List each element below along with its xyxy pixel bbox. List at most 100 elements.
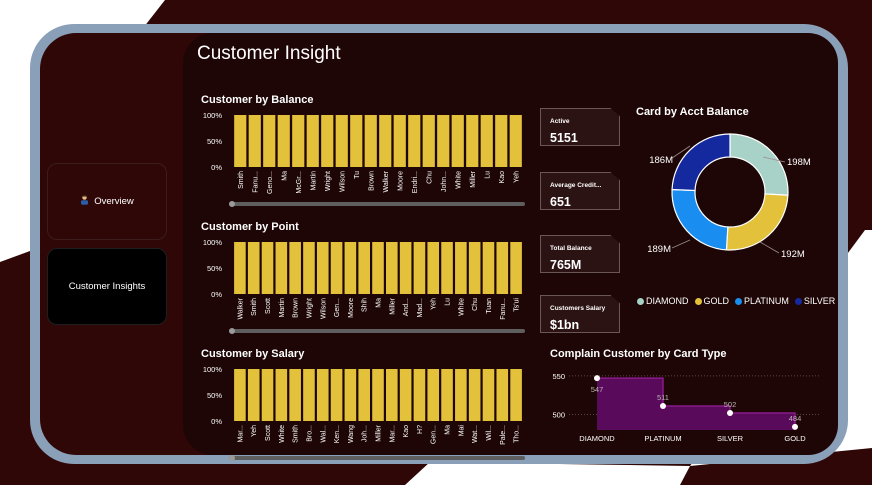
page-title: Customer Insight (197, 43, 341, 64)
y-tick-label: 50% (207, 137, 222, 146)
x-tick-label: Ma (281, 171, 288, 181)
bar (455, 369, 467, 421)
legend-swatch (637, 297, 644, 305)
bar (261, 369, 274, 421)
bar (427, 369, 440, 421)
bar (275, 369, 288, 421)
scrollbar-handle[interactable] (229, 328, 235, 334)
bar (441, 369, 453, 421)
x-tick-label: Tuan (486, 298, 493, 314)
y-tick-label: 0% (211, 290, 222, 299)
legend-item: DIAMOND (637, 296, 689, 306)
bar (316, 369, 329, 421)
x-tick-label: Brown (293, 298, 300, 318)
slice-label: 192M (781, 249, 805, 260)
x-tick-label: Martin (279, 298, 286, 318)
nav-overview-button[interactable]: Overview (47, 163, 167, 240)
x-tick-label: Mar... (237, 425, 244, 443)
nav-customer-insights-button[interactable]: Customer Insights (47, 248, 167, 325)
x-tick-label: Wilson (320, 298, 327, 319)
x-tick-label: Gen... (431, 425, 438, 444)
x-tick-label: Chu (472, 298, 479, 311)
bar (509, 115, 522, 167)
x-tick-label: Moore (348, 298, 355, 318)
kpi-card-customers-salary: Customers Salary $1bn (540, 295, 620, 333)
bar (321, 115, 334, 167)
bar (413, 369, 426, 421)
kpi-card-active: Active 5151 (540, 108, 620, 146)
bar (496, 242, 509, 294)
x-tick-label: Wat... (472, 425, 479, 443)
x-tick-label: Ken... (334, 425, 341, 443)
bar (455, 242, 467, 294)
legend-swatch (794, 297, 802, 305)
data-label: 484 (789, 414, 802, 423)
horizontal-scrollbar[interactable] (229, 202, 525, 206)
bar (399, 242, 412, 294)
x-tick-label: Moore (397, 171, 404, 191)
x-tick-label: GOLD (784, 434, 806, 443)
data-point (792, 423, 798, 430)
data-point (594, 375, 600, 382)
bar (350, 115, 363, 167)
bar (330, 369, 343, 421)
kpi-card-total-balance: Total Balance 765M (540, 235, 620, 273)
horizontal-scrollbar[interactable] (229, 456, 525, 460)
card-balance-donut-chart: 198M 192M 189M 186M (647, 133, 811, 260)
x-tick-label: Shih (362, 298, 369, 312)
x-tick-label: Wright (325, 171, 332, 191)
y-tick-label: 0% (211, 163, 222, 172)
bar (399, 369, 412, 421)
x-tick-label: Kao (499, 171, 506, 184)
bar (372, 369, 384, 421)
bar (408, 115, 421, 167)
bar (379, 115, 392, 167)
kpi-value: 651 (550, 195, 571, 209)
kpi-value: 5151 (550, 131, 578, 145)
x-tick-label: Joh... (362, 425, 369, 442)
bar (234, 242, 246, 294)
x-tick-label: Mai (458, 425, 465, 437)
y-tick-label: 100% (203, 365, 223, 374)
kpi-label: Active (550, 118, 570, 125)
x-tick-label: John... (441, 171, 448, 192)
bar (468, 242, 481, 294)
x-tick-label: Bro... (306, 425, 313, 442)
x-tick-label: PLATINUM (644, 434, 681, 443)
y-tick-label: 50% (207, 264, 222, 273)
x-tick-label: Endri... (412, 171, 419, 193)
x-tick-label: Gen... (334, 298, 341, 317)
y-tick-label: 100% (203, 111, 223, 120)
bar (289, 369, 301, 421)
legend-label: DIAMOND (646, 296, 689, 306)
bar (466, 115, 479, 167)
x-tick-label: Smith (293, 425, 300, 443)
bar (303, 369, 315, 421)
scrollbar-handle[interactable] (229, 455, 235, 461)
bar (344, 369, 357, 421)
x-tick-label: Tu (354, 171, 361, 179)
x-tick-label: Yeh (251, 425, 258, 437)
donut-slice (729, 133, 789, 196)
bar (263, 115, 276, 167)
x-tick-label: Wright (306, 298, 313, 318)
x-tick-label: Scott (265, 298, 272, 314)
complain-chart-title: Complain Customer by Card Type (550, 348, 727, 360)
x-tick-label: Yeh (431, 298, 438, 310)
bar (335, 115, 348, 167)
horizontal-scrollbar[interactable] (229, 329, 525, 333)
kpi-value: 765M (550, 258, 582, 272)
legend-label: GOLD (703, 296, 730, 306)
kpi-value: $1bn (550, 318, 580, 332)
x-tick-label: Brown (368, 171, 375, 191)
salary-chart-title: Customer by Salary (201, 348, 305, 360)
donut-chart-title: Card by Acct Balance (636, 106, 749, 118)
bar (292, 115, 305, 167)
legend-item: PLATINUM (735, 296, 789, 306)
x-tick-label: Scott (265, 425, 272, 441)
scrollbar-handle[interactable] (229, 201, 235, 207)
point-bar-chart: 100% 50% 0% Walker Smith Scott Martin Brown Wrig… (203, 238, 525, 334)
x-tick-label: White (455, 171, 462, 189)
x-tick-label: Wal... (320, 425, 327, 443)
bar (386, 369, 398, 421)
